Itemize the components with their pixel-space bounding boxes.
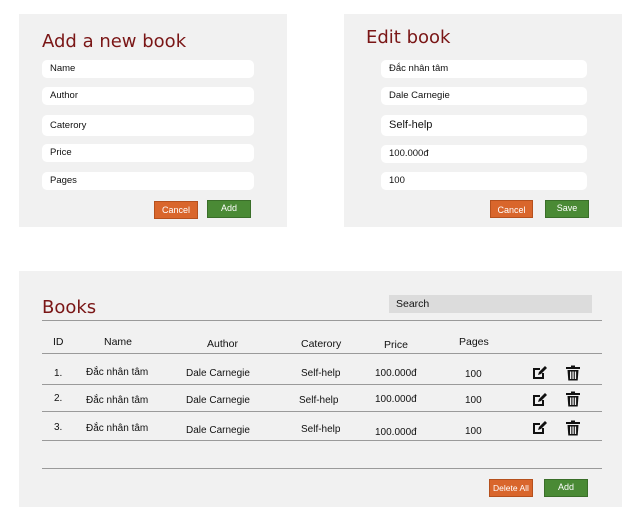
column-header-id: ID xyxy=(53,336,64,348)
author-field[interactable]: Author xyxy=(42,87,254,105)
name-field[interactable]: Name xyxy=(42,60,254,78)
delete-all-button[interactable]: Delete All xyxy=(489,479,533,497)
cell-name: Đắc nhân tâm xyxy=(86,367,149,378)
cell-pages: 100 xyxy=(465,369,482,380)
search-input[interactable]: Search xyxy=(389,295,592,313)
add-book-button[interactable]: Add xyxy=(544,479,588,497)
cell-category: Self-help xyxy=(301,424,341,435)
column-header-pages: Pages xyxy=(459,336,489,348)
edit-icon[interactable] xyxy=(531,365,547,381)
add-submit-button[interactable]: Add xyxy=(207,200,251,218)
edit-book-panel: Edit book Đắc nhân tâm Dale Carnegie Sel… xyxy=(344,14,622,227)
cell-category: Self-help xyxy=(301,368,341,379)
column-header-price: Price xyxy=(384,339,408,351)
books-panel: Books Search ID Name Author Caterory Pri… xyxy=(19,271,622,507)
column-header-name: Name xyxy=(104,336,133,348)
cell-price: 100.000đ xyxy=(375,427,417,438)
cell-pages: 100 xyxy=(465,395,482,406)
add-book-panel: Add a new book Name Author Caterory Pric… xyxy=(19,14,287,227)
cell-id: 3. xyxy=(54,422,63,433)
add-cancel-button[interactable]: Cancel xyxy=(154,201,198,219)
edit-icon[interactable] xyxy=(531,420,547,436)
row-divider xyxy=(42,411,602,412)
cell-name: Đắc nhân tâm xyxy=(86,395,149,406)
trash-icon[interactable] xyxy=(565,420,581,436)
category-field[interactable]: Caterory xyxy=(42,115,254,136)
cell-author: Dale Carnegie xyxy=(186,395,250,406)
cell-name: Đắc nhân tâm xyxy=(86,423,149,434)
header-top-divider xyxy=(42,320,602,321)
add-book-title: Add a new book xyxy=(42,31,187,52)
column-header-category: Caterory xyxy=(301,338,342,350)
save-button[interactable]: Save xyxy=(545,200,589,218)
row-divider xyxy=(42,440,602,441)
cell-category: Self-help xyxy=(299,395,339,406)
pages-field[interactable]: Pages xyxy=(42,172,254,190)
edit-cancel-button[interactable]: Cancel xyxy=(490,200,533,218)
edit-author-field[interactable]: Dale Carnegie xyxy=(381,87,587,105)
cell-author: Dale Carnegie xyxy=(186,368,250,379)
cell-price: 100.000đ xyxy=(375,394,417,405)
trash-icon[interactable] xyxy=(565,391,581,407)
cell-id: 1. xyxy=(54,368,63,379)
column-header-author: Author xyxy=(207,338,238,350)
row-divider xyxy=(42,384,602,385)
books-title: Books xyxy=(42,297,97,318)
edit-pages-field[interactable]: 100 xyxy=(381,172,587,190)
header-bottom-divider xyxy=(42,353,602,354)
edit-price-field[interactable]: 100.000đ xyxy=(381,145,587,163)
price-field[interactable]: Price xyxy=(42,144,254,162)
cell-author: Dale Carnegie xyxy=(186,425,250,436)
cell-pages: 100 xyxy=(465,426,482,437)
cell-id: 2. xyxy=(54,393,63,404)
edit-name-field[interactable]: Đắc nhân tâm xyxy=(381,60,587,78)
cell-price: 100.000đ xyxy=(375,368,417,379)
edit-icon[interactable] xyxy=(531,392,547,408)
footer-divider xyxy=(42,468,602,469)
edit-book-title: Edit book xyxy=(366,27,451,48)
edit-category-field[interactable]: Self-help xyxy=(381,115,587,136)
trash-icon[interactable] xyxy=(565,365,581,381)
